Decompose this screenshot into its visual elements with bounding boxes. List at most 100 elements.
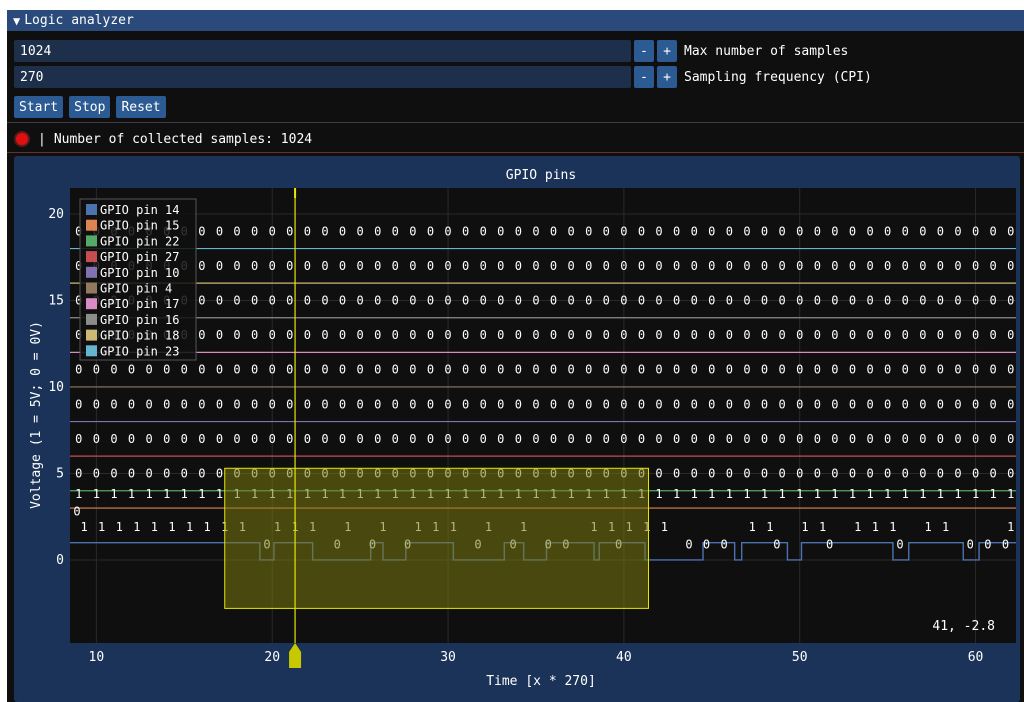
data-label: 0: [779, 397, 786, 411]
data-label: 0: [902, 259, 909, 273]
data-label: 0: [75, 432, 82, 446]
data-label: 1: [708, 487, 715, 501]
legend-swatch: [86, 266, 97, 278]
data-label: 0: [779, 363, 786, 377]
data-label: 0: [480, 328, 487, 342]
data-label: 0: [497, 293, 504, 307]
data-label: 0: [444, 293, 451, 307]
data-label: 0: [638, 259, 645, 273]
legend-swatch: [86, 329, 97, 341]
legend-swatch: [86, 313, 97, 325]
data-label: 0: [532, 293, 539, 307]
data-label: 0: [814, 224, 821, 238]
data-label: 1: [75, 487, 82, 501]
data-label: 0: [550, 363, 557, 377]
data-label: 0: [392, 293, 399, 307]
data-label: 0: [181, 466, 188, 480]
data-label: 0: [937, 363, 944, 377]
gpio-plot[interactable]: GPIO pins Time [x * 270] Voltage (1 = 5V…: [0, 0, 1024, 702]
data-label: 0: [339, 259, 346, 273]
data-label: 0: [75, 466, 82, 480]
data-label: 0: [620, 293, 627, 307]
data-label: 0: [392, 224, 399, 238]
data-label: 1: [655, 487, 662, 501]
data-label: 0: [216, 293, 223, 307]
data-label: 0: [110, 397, 117, 411]
data-label: 0: [638, 293, 645, 307]
data-label: 0: [128, 363, 135, 377]
data-label: 0: [427, 432, 434, 446]
x-axis-label: Time [x * 270]: [486, 674, 596, 689]
data-label: 1: [151, 520, 158, 534]
data-label: 1: [849, 487, 856, 501]
data-label: 0: [902, 363, 909, 377]
data-label: 0: [796, 432, 803, 446]
data-label: 0: [75, 397, 82, 411]
data-label: 0: [251, 224, 258, 238]
data-label: 0: [708, 224, 715, 238]
data-label: 0: [128, 397, 135, 411]
data-label: 1: [1007, 520, 1014, 534]
data-label: 0: [93, 397, 100, 411]
data-label: 1: [796, 487, 803, 501]
data-label: 0: [198, 432, 205, 446]
data-label: 0: [655, 397, 662, 411]
data-label: 0: [462, 293, 469, 307]
data-label: 0: [110, 466, 117, 480]
data-label: 0: [796, 397, 803, 411]
data-label: 1: [779, 487, 786, 501]
data-label: 0: [984, 537, 991, 551]
data-label: 0: [673, 224, 680, 238]
data-label: 0: [896, 537, 903, 551]
y-axis-label: Voltage (1 = 5V; 0 = 0V): [29, 321, 44, 509]
data-label: 0: [849, 432, 856, 446]
data-label: 0: [427, 259, 434, 273]
data-label: 0: [568, 259, 575, 273]
data-label: 0: [743, 466, 750, 480]
data-label: 0: [972, 259, 979, 273]
y-tick-label: 0: [56, 553, 64, 568]
data-label: 0: [761, 363, 768, 377]
data-label: 0: [655, 293, 662, 307]
data-label: 0: [374, 397, 381, 411]
data-label: 0: [726, 363, 733, 377]
data-label: 1: [954, 487, 961, 501]
data-label: 1: [866, 487, 873, 501]
y-tick-label: 20: [48, 207, 64, 222]
data-label: 0: [110, 363, 117, 377]
data-label: 0: [761, 293, 768, 307]
data-label: 0: [814, 432, 821, 446]
data-label: 0: [163, 432, 170, 446]
data-label: 0: [93, 466, 100, 480]
data-label: 0: [480, 224, 487, 238]
data-label: 0: [937, 432, 944, 446]
data-label: 0: [216, 363, 223, 377]
data-label: 0: [726, 259, 733, 273]
data-label: 0: [849, 224, 856, 238]
data-label: 0: [726, 224, 733, 238]
data-label: 0: [251, 293, 258, 307]
data-label: 0: [163, 466, 170, 480]
data-label: 0: [568, 328, 575, 342]
x-tick-label: 40: [616, 650, 632, 665]
data-label: 1: [1007, 487, 1014, 501]
data-label: 0: [708, 293, 715, 307]
data-label: 0: [779, 293, 786, 307]
data-label: 0: [409, 363, 416, 377]
data-label: 1: [854, 520, 861, 534]
data-label: 0: [357, 328, 364, 342]
data-label: 0: [286, 363, 293, 377]
data-label: 0: [444, 397, 451, 411]
x-tick-label: 50: [792, 650, 808, 665]
data-label: 0: [954, 224, 961, 238]
data-label: 0: [726, 328, 733, 342]
data-label: 0: [779, 328, 786, 342]
data-label: 0: [1002, 537, 1009, 551]
data-label: 0: [339, 224, 346, 238]
data-label: 0: [497, 328, 504, 342]
data-label: 0: [374, 224, 381, 238]
data-label: 0: [321, 293, 328, 307]
legend-label: GPIO pin 15: [100, 219, 179, 233]
data-label: 0: [796, 259, 803, 273]
data-label: 0: [638, 397, 645, 411]
